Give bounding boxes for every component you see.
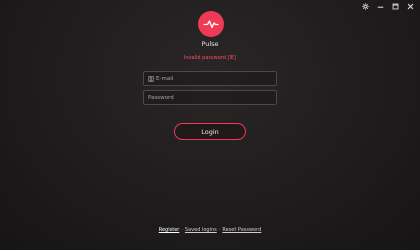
app-logo — [198, 11, 224, 37]
error-message: Invalid password [IE] — [183, 55, 237, 61]
maximize-icon[interactable] — [391, 2, 399, 10]
password-placeholder: Password — [148, 94, 174, 101]
minimize-icon[interactable] — [376, 2, 384, 10]
footer-separator: · — [181, 227, 183, 233]
reset-password-link[interactable]: Reset Password — [222, 227, 261, 233]
close-icon[interactable] — [406, 2, 414, 10]
footer-links: Register · Saved logins · Reset Password — [0, 227, 420, 233]
email-field[interactable]: E-mail — [143, 71, 277, 86]
password-field[interactable]: Password — [143, 90, 277, 105]
footer-separator: · — [218, 227, 221, 233]
settings-icon[interactable] — [361, 2, 369, 10]
pulse-icon — [203, 20, 219, 29]
email-placeholder: E-mail — [156, 75, 174, 82]
saved-logins-link[interactable]: Saved logins — [185, 227, 217, 233]
login-button[interactable]: Login — [174, 123, 246, 140]
register-link[interactable]: Register — [159, 227, 180, 233]
app-name: Pulse — [201, 40, 219, 48]
window-controls — [361, 2, 414, 10]
user-icon — [148, 75, 154, 82]
